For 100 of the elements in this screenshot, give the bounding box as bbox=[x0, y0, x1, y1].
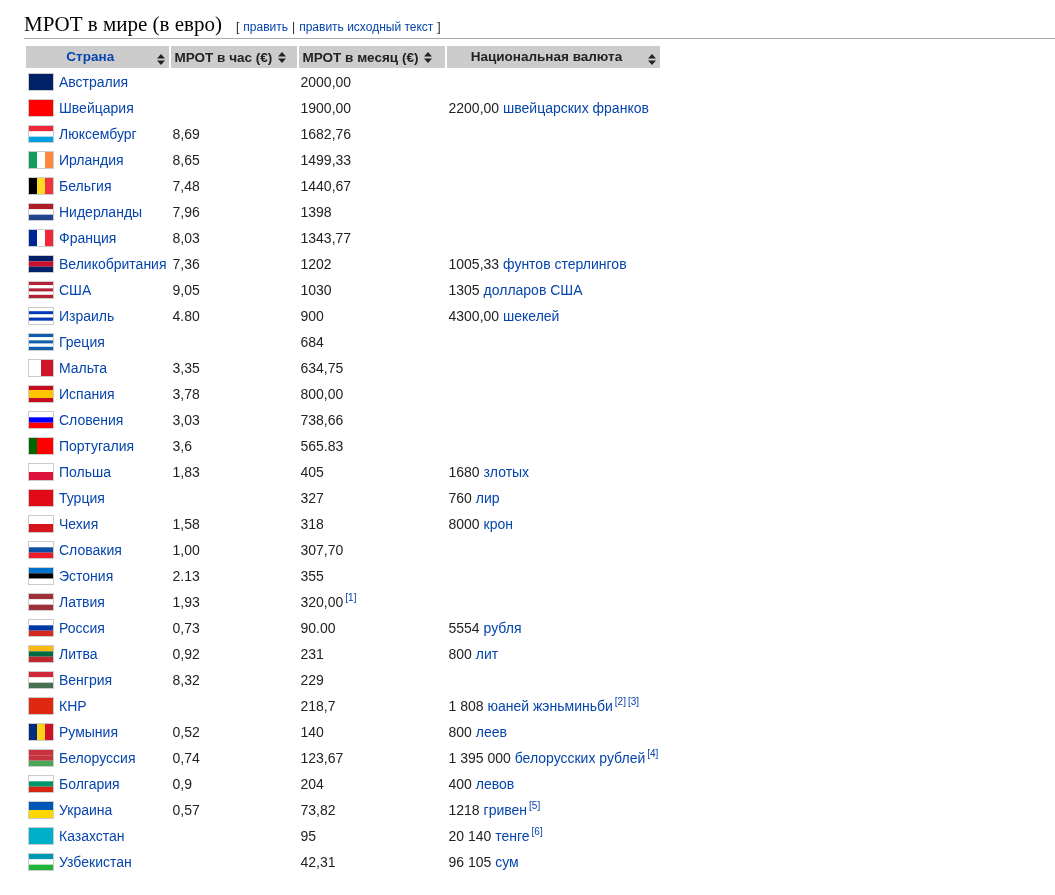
table-cell: 7,48 bbox=[172, 178, 200, 194]
country-link[interactable]: Турция bbox=[59, 490, 105, 506]
footnote-link[interactable]: [4] bbox=[647, 748, 659, 760]
flag-icon bbox=[28, 229, 54, 247]
country-link[interactable]: Мальта bbox=[59, 360, 107, 376]
footnote-link[interactable]: [3] bbox=[627, 696, 640, 708]
currency-link[interactable]: злотых bbox=[483, 464, 530, 480]
edit-link[interactable]: править исходный текст bbox=[299, 20, 434, 34]
flag-icon bbox=[28, 801, 54, 819]
edit-link[interactable]: править bbox=[243, 20, 289, 34]
currency-link[interactable]: белорусских рублей bbox=[514, 750, 646, 766]
country-link[interactable]: Румыния bbox=[59, 724, 118, 740]
table-cell: 8,32 bbox=[172, 672, 200, 688]
country-link[interactable]: США bbox=[59, 282, 92, 298]
table-cell: 3,03 bbox=[172, 412, 200, 428]
amount-text: 1005,33 bbox=[448, 256, 500, 272]
country-link[interactable]: Белоруссия bbox=[59, 750, 136, 766]
country-link[interactable]: Австралия bbox=[59, 74, 129, 90]
country-link[interactable]: Ирландия bbox=[59, 152, 124, 168]
country-link[interactable]: Россия bbox=[59, 620, 105, 636]
table-cell: 3,6 bbox=[172, 438, 192, 454]
country-link[interactable]: Греция bbox=[59, 334, 105, 350]
currency-link[interactable]: левов bbox=[475, 776, 515, 792]
country-link[interactable]: Словения bbox=[59, 412, 124, 428]
table-cell: 1,00 bbox=[172, 542, 200, 558]
table-cell: 0,73 bbox=[172, 620, 200, 636]
country-link[interactable]: Латвия bbox=[59, 594, 105, 610]
table-cell: 1398 bbox=[300, 204, 332, 220]
footnote-link[interactable]: [6] bbox=[531, 826, 543, 838]
currency-link[interactable]: сум bbox=[495, 854, 519, 870]
country-link[interactable]: Венгрия bbox=[59, 672, 113, 688]
currency-link[interactable]: крон bbox=[483, 516, 513, 532]
sortable-column-header[interactable]: Страна bbox=[26, 46, 169, 68]
currency-link[interactable]: швейцарских франков bbox=[503, 100, 649, 116]
currency-link[interactable]: леев bbox=[475, 724, 507, 740]
footnote-link[interactable]: [1] bbox=[345, 592, 357, 604]
country-link[interactable]: Швейцария bbox=[59, 100, 134, 116]
currency-link[interactable]: фунтов стерлингов bbox=[503, 256, 627, 272]
amount-text: 800 bbox=[448, 646, 472, 662]
flag-icon bbox=[28, 177, 54, 195]
currency-link[interactable]: рубля bbox=[483, 620, 522, 636]
table-cell: 90.00 bbox=[300, 620, 336, 636]
flag-icon bbox=[28, 619, 54, 637]
flag-icon bbox=[28, 255, 54, 273]
amount-text: 96 105 bbox=[448, 854, 492, 870]
country-link[interactable]: Литва bbox=[59, 646, 98, 662]
table-cell: 1682,76 bbox=[300, 126, 352, 142]
table-cell: 7,36 bbox=[172, 256, 200, 272]
table-cell: 2.13 bbox=[172, 568, 200, 584]
currency-link[interactable]: лит bbox=[475, 646, 499, 662]
table-cell: 327 bbox=[300, 490, 324, 506]
amount-text: 760 bbox=[448, 490, 472, 506]
footnote-link[interactable]: [2] bbox=[614, 696, 626, 708]
country-link[interactable]: КНР bbox=[59, 698, 87, 714]
currency-link[interactable]: тенге bbox=[495, 828, 530, 844]
sortable-column-header[interactable]: МРОТ в месяц (€) bbox=[298, 46, 445, 68]
flag-icon bbox=[28, 723, 54, 741]
currency-link[interactable]: юаней жэньминьби bbox=[487, 698, 613, 714]
currency-link[interactable]: долларов США bbox=[483, 282, 583, 298]
sortable-column-header[interactable]: Национальная валюта bbox=[446, 46, 661, 68]
country-link[interactable]: Польша bbox=[59, 464, 112, 480]
footnote-link[interactable]: [5] bbox=[529, 800, 541, 812]
sort-icon bbox=[424, 52, 433, 64]
country-link[interactable]: Словакия bbox=[59, 542, 122, 558]
table-cell: 229 bbox=[300, 672, 324, 688]
sortable-column-header[interactable]: МРОТ в час (€) bbox=[170, 46, 297, 68]
country-link[interactable]: Люксембург bbox=[59, 126, 137, 142]
flag-icon bbox=[28, 99, 54, 117]
currency-link[interactable]: гривен bbox=[483, 802, 528, 818]
table-cell: 1440,67 bbox=[300, 178, 352, 194]
country-link[interactable]: Великобритания bbox=[59, 256, 167, 272]
sort-icon bbox=[278, 52, 287, 64]
table-cell: 1343,77 bbox=[300, 230, 352, 246]
flag-icon bbox=[28, 151, 54, 169]
country-link[interactable]: Израиль bbox=[59, 308, 115, 324]
table-cell: 634,75 bbox=[300, 360, 344, 376]
country-link[interactable]: Казахстан bbox=[59, 828, 125, 844]
country-link[interactable]: Болгария bbox=[59, 776, 120, 792]
country-link[interactable]: Бельгия bbox=[59, 178, 112, 194]
currency-link[interactable]: лир bbox=[475, 490, 500, 506]
country-link[interactable]: Украина bbox=[59, 802, 113, 818]
amount-text: 8000 bbox=[448, 516, 480, 532]
country-link[interactable]: Испания bbox=[59, 386, 115, 402]
country-link[interactable]: Чехия bbox=[59, 516, 99, 532]
table-cell: 2000,00 bbox=[300, 74, 352, 90]
amount-text: 1 395 000 bbox=[448, 750, 511, 766]
country-link[interactable]: Португалия bbox=[59, 438, 135, 454]
country-link[interactable]: Эстония bbox=[59, 568, 114, 584]
country-link[interactable]: Франция bbox=[59, 230, 117, 246]
flag-icon bbox=[28, 567, 54, 585]
amount-text: 400 bbox=[448, 776, 472, 792]
table-cell: 231 bbox=[300, 646, 324, 662]
table-cell: 3,78 bbox=[172, 386, 200, 402]
currency-link[interactable]: шекелей bbox=[503, 308, 560, 324]
amount-text: 1305 bbox=[448, 282, 480, 298]
country-link[interactable]: Узбекистан bbox=[59, 854, 132, 870]
flag-icon bbox=[28, 827, 54, 845]
country-link[interactable]: Нидерланды bbox=[59, 204, 143, 220]
table-cell: 140 bbox=[300, 724, 324, 740]
flag-icon bbox=[28, 749, 54, 767]
